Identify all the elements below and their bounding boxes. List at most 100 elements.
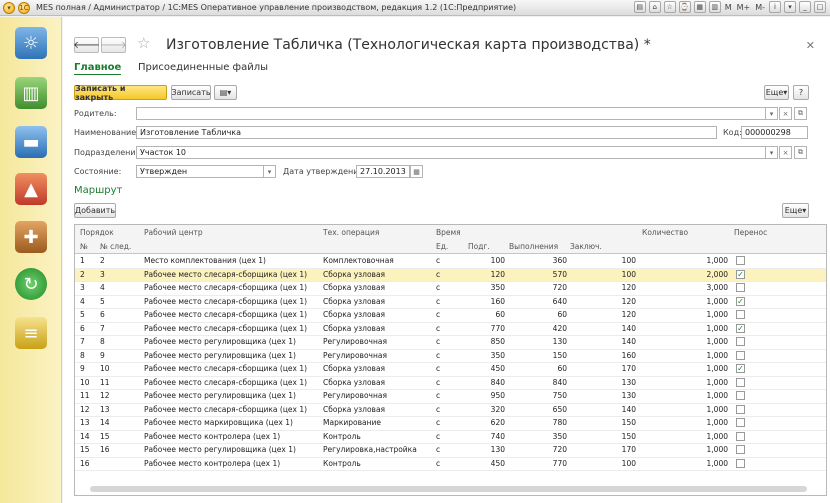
star-icon[interactable]: ☆ [663, 1, 676, 13]
cell-n[interactable]: 16 [80, 459, 90, 468]
cell-e[interactable]: 60 [557, 364, 567, 373]
cell-q[interactable]: 1,000 [707, 256, 728, 265]
transfer-checkbox[interactable] [736, 256, 745, 265]
cell-u[interactable]: с [436, 310, 440, 319]
table-row[interactable]: 1 2 Место комплектования (цех 1) Комплектов… [75, 255, 826, 269]
table-row[interactable]: 15 16 Рабочее место регулировщика (цех 1) Р… [75, 444, 826, 458]
cell-u[interactable]: с [436, 445, 440, 454]
cell-wc[interactable]: Рабочее место слесаря-сборщика (цех 1) [144, 324, 307, 333]
cell-op[interactable]: Регулировочная [323, 391, 387, 400]
cell-p[interactable]: 450 [491, 459, 505, 468]
cell-op[interactable]: Сборка узловая [323, 283, 385, 292]
cell-f[interactable]: 120 [622, 297, 636, 306]
history-icon[interactable]: ⌚ [678, 1, 691, 13]
cell-wc[interactable]: Рабочее место контролера (цех 1) [144, 432, 280, 441]
cell-q[interactable]: 1,000 [707, 324, 728, 333]
cell-p[interactable]: 620 [491, 418, 505, 427]
cell-f[interactable]: 120 [622, 310, 636, 319]
transfer-checkbox[interactable] [736, 283, 745, 292]
cell-u[interactable]: с [436, 378, 440, 387]
parent-clear-icon[interactable]: × [779, 107, 792, 120]
transfer-checkbox[interactable] [736, 418, 745, 427]
col-next-num[interactable]: № след. [100, 242, 131, 251]
col-order[interactable]: Порядок [80, 228, 114, 237]
cell-n[interactable]: 9 [80, 364, 85, 373]
cell-wc[interactable]: Рабочее место слесаря-сборщика (цех 1) [144, 270, 307, 279]
cell-wc[interactable]: Рабочее место регулировщика (цех 1) [144, 351, 296, 360]
cell-op[interactable]: Сборка узловая [323, 270, 385, 279]
cell-f[interactable]: 140 [622, 405, 636, 414]
tab-main[interactable]: Главное [74, 62, 122, 75]
state-select[interactable]: Утвержден [136, 165, 276, 178]
minimize-icon[interactable]: _ [799, 1, 811, 13]
transfer-checkbox[interactable]: ✓ [736, 269, 745, 279]
cell-u[interactable]: с [436, 270, 440, 279]
cell-q[interactable]: 1,000 [707, 310, 728, 319]
cell-next[interactable]: 13 [100, 405, 110, 414]
table-row[interactable]: 14 15 Рабочее место контролера (цех 1) Конт… [75, 431, 826, 444]
cell-e[interactable]: 720 [553, 283, 567, 292]
transfer-checkbox[interactable] [736, 350, 745, 360]
cell-op[interactable]: Комплектовочная [323, 256, 394, 265]
cell-q[interactable]: 1,000 [707, 297, 728, 306]
cell-p[interactable]: 160 [491, 297, 505, 306]
cell-e[interactable]: 840 [553, 378, 567, 387]
memory-minus-button[interactable]: M- [754, 3, 766, 12]
cell-p[interactable]: 840 [491, 378, 505, 387]
table-row[interactable]: 2 3 Рабочее место слесаря-сборщика (цех 1)… [75, 268, 826, 282]
parent-field[interactable] [136, 107, 777, 120]
cell-next[interactable]: 15 [100, 432, 110, 441]
col-final[interactable]: Заключ. [570, 242, 602, 251]
code-field[interactable]: 000000298 [741, 126, 808, 139]
cell-n[interactable]: 15 [80, 445, 90, 454]
cell-next[interactable]: 16 [100, 445, 110, 454]
cell-n[interactable]: 4 [80, 297, 85, 306]
cell-n[interactable]: 12 [80, 405, 90, 414]
calculator-icon[interactable]: ▦ [693, 1, 706, 13]
col-operation[interactable]: Тех. операция [323, 228, 379, 237]
cell-p[interactable]: 850 [491, 337, 505, 346]
cell-wc[interactable]: Рабочее место слесаря-сборщика (цех 1) [144, 283, 307, 292]
cell-n[interactable]: 1 [80, 256, 85, 265]
cell-next[interactable]: 10 [100, 364, 110, 373]
cell-wc[interactable]: Рабочее место контролера (цех 1) [144, 459, 280, 468]
cell-q[interactable]: 1,000 [707, 432, 728, 441]
toolbox-icon[interactable]: ✚ [15, 221, 47, 253]
back-button[interactable]: 🡐 [73, 37, 100, 53]
transfer-checkbox[interactable] [736, 310, 745, 319]
favorite-star-icon[interactable]: ☆ [137, 34, 150, 52]
memory-plus-button[interactable]: M+ [736, 3, 752, 12]
calendar-picker-icon[interactable]: ▦ [410, 165, 423, 178]
cell-next[interactable]: 14 [100, 418, 110, 427]
col-num[interactable]: № [80, 242, 88, 251]
cell-wc[interactable]: Рабочее место слесаря-сборщика (цех 1) [144, 310, 307, 319]
division-dropdown-icon[interactable]: ▾ [765, 146, 778, 159]
app-menu-icon[interactable]: ▾ [3, 1, 15, 14]
cell-q[interactable]: 1,000 [707, 418, 728, 427]
print-menu-button[interactable]: ▤▾ [214, 85, 237, 100]
cell-op[interactable]: Маркирование [323, 418, 381, 427]
database-icon[interactable]: ≡ [15, 317, 47, 349]
cell-e[interactable]: 360 [553, 256, 567, 265]
cell-u[interactable]: с [436, 405, 440, 414]
cell-wc[interactable]: Рабочее место слесаря-сборщика (цех 1) [144, 378, 307, 387]
cell-op[interactable]: Контроль [323, 432, 361, 441]
cell-op[interactable]: Контроль [323, 459, 361, 468]
app-logo-icon[interactable]: 1С [18, 1, 30, 14]
cell-u[interactable]: с [436, 432, 440, 441]
table-row[interactable]: 3 4 Рабочее место слесаря-сборщика (цех 1)… [75, 282, 826, 296]
cell-e[interactable]: 720 [553, 445, 567, 454]
col-prep[interactable]: Подг. [468, 242, 490, 251]
cell-f[interactable]: 140 [622, 324, 636, 333]
cell-f[interactable]: 150 [622, 432, 636, 441]
name-field[interactable]: Изготовление Табличка [136, 126, 717, 139]
cell-e[interactable]: 60 [557, 310, 567, 319]
table-row[interactable]: 8 9 Рабочее место регулировщика (цех 1) Рег… [75, 350, 826, 363]
table-row[interactable]: 5 6 Рабочее место слесаря-сборщика (цех 1)… [75, 309, 826, 323]
cell-e[interactable]: 640 [553, 297, 567, 306]
cell-e[interactable]: 770 [553, 459, 567, 468]
cell-u[interactable]: с [436, 324, 440, 333]
table-row[interactable]: 6 7 Рабочее место слесаря-сборщика (цех 1)… [75, 323, 826, 336]
cell-op[interactable]: Сборка узловая [323, 297, 385, 306]
cell-f[interactable]: 160 [622, 351, 636, 360]
